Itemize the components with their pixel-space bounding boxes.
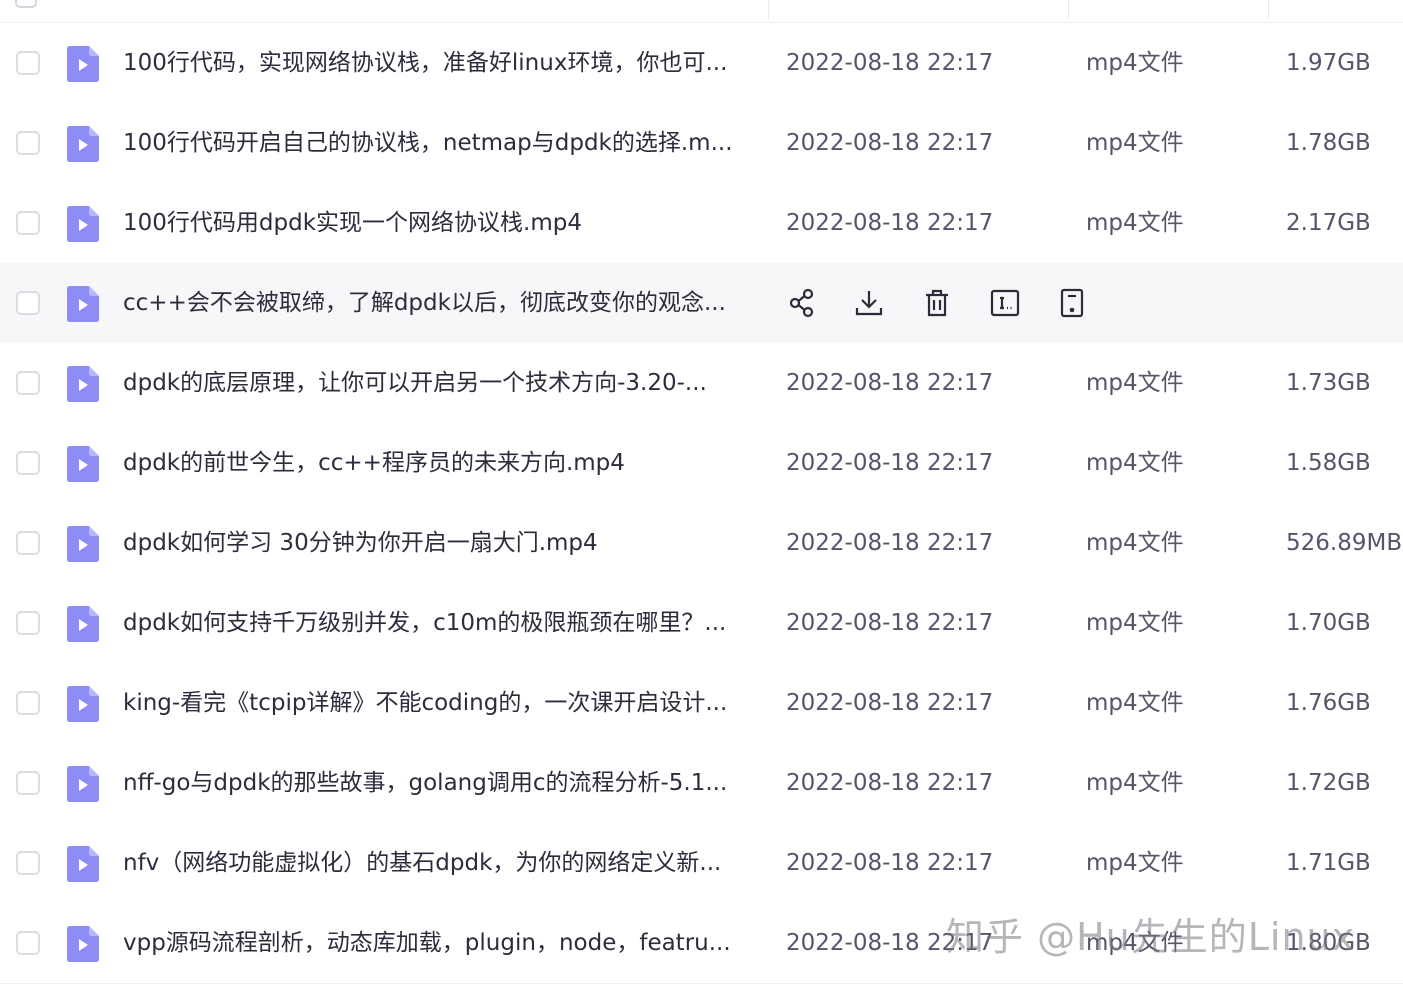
row-checkbox[interactable] xyxy=(16,131,40,155)
file-name[interactable]: 100行代码，实现网络协议栈，准备好linux环境，你也可... xyxy=(123,47,753,79)
file-list-page: 100行代码，实现网络协议栈，准备好linux环境，你也可... 2022-08-… xyxy=(0,0,1403,988)
file-name[interactable]: dpdk如何学习 30分钟为你开启一扇大门.mp4 xyxy=(123,527,753,559)
file-name[interactable]: vpp源码流程剖析，动态库加载，plugin，node，featru... xyxy=(123,927,753,959)
modified-date: 2022-08-18 22:17 xyxy=(786,130,994,156)
file-type: mp4文件 xyxy=(1086,210,1184,236)
select-all-checkbox[interactable] xyxy=(15,0,37,8)
video-file-icon xyxy=(67,366,99,402)
file-size: 1.76GB xyxy=(1286,690,1371,716)
modified-date: 2022-08-18 22:17 xyxy=(786,770,994,796)
row-checkbox[interactable] xyxy=(16,611,40,635)
file-size: 526.89MB xyxy=(1286,530,1403,556)
delete-icon xyxy=(921,285,953,321)
row-checkbox[interactable] xyxy=(16,211,40,235)
row-checkbox[interactable] xyxy=(16,451,40,475)
modified-date: 2022-08-18 22:17 xyxy=(786,850,994,876)
video-file-icon xyxy=(67,846,99,882)
row-checkbox[interactable] xyxy=(16,771,40,795)
file-name[interactable]: 100行代码用dpdk实现一个网络协议栈.mp4 xyxy=(123,207,753,239)
table-row[interactable]: nff-go与dpdk的那些故事，golang调用c的流程分析-5.1... 20… xyxy=(0,743,1403,823)
file-type: mp4文件 xyxy=(1086,50,1184,76)
video-file-icon xyxy=(67,766,99,802)
table-row[interactable]: 100行代码开启自己的协议栈，netmap与dpdk的选择.m... 2022-0… xyxy=(0,103,1403,183)
video-file-icon xyxy=(67,446,99,482)
rename-button[interactable] xyxy=(989,285,1021,321)
file-type: mp4文件 xyxy=(1086,130,1184,156)
file-size: 1.58GB xyxy=(1286,450,1371,476)
more-icon xyxy=(1056,285,1088,321)
modified-date: 2022-08-18 22:17 xyxy=(786,370,994,396)
table-header xyxy=(0,0,1403,23)
file-name[interactable]: dpdk如何支持千万级别并发，c10m的极限瓶颈在哪里？... xyxy=(123,607,753,639)
file-type: mp4文件 xyxy=(1086,450,1184,476)
file-name[interactable]: nfv（网络功能虚拟化）的基石dpdk，为你的网络定义新... xyxy=(123,847,753,879)
file-size: 1.78GB xyxy=(1286,130,1371,156)
video-file-icon xyxy=(67,286,99,322)
file-name[interactable]: cc++会不会被取缔，了解dpdk以后，彻底改变你的观念... xyxy=(123,287,753,319)
file-size: 1.73GB xyxy=(1286,370,1371,396)
file-name[interactable]: king-看完《tcpip详解》不能coding的，一次课开启设计... xyxy=(123,687,753,719)
file-size: 1.70GB xyxy=(1286,610,1371,636)
row-checkbox[interactable] xyxy=(16,691,40,715)
table-row[interactable]: dpdk的前世今生，cc++程序员的未来方向.mp4 2022-08-18 22:… xyxy=(0,423,1403,503)
more-button[interactable] xyxy=(1056,285,1088,321)
video-file-icon xyxy=(67,606,99,642)
row-checkbox[interactable] xyxy=(16,51,40,75)
table-row[interactable]: 100行代码，实现网络协议栈，准备好linux环境，你也可... 2022-08-… xyxy=(0,23,1403,103)
video-file-icon xyxy=(67,526,99,562)
video-file-icon xyxy=(67,686,99,722)
file-type: mp4文件 xyxy=(1086,850,1184,876)
video-file-icon xyxy=(67,126,99,162)
header-divider xyxy=(1068,0,1069,20)
file-type: mp4文件 xyxy=(1086,530,1184,556)
video-file-icon xyxy=(67,206,99,242)
row-checkbox[interactable] xyxy=(16,531,40,555)
file-name[interactable]: dpdk的底层原理，让你可以开启另一个技术方向-3.20-... xyxy=(123,367,753,399)
modified-date: 2022-08-18 22:17 xyxy=(786,530,994,556)
share-icon xyxy=(786,285,818,321)
file-size: 1.97GB xyxy=(1286,50,1371,76)
video-file-icon xyxy=(67,926,99,962)
share-button[interactable] xyxy=(786,285,818,321)
modified-date: 2022-08-18 22:17 xyxy=(786,50,994,76)
modified-date: 2022-08-18 22:17 xyxy=(786,610,994,636)
row-checkbox[interactable] xyxy=(16,851,40,875)
table-row[interactable]: 100行代码用dpdk实现一个网络协议栈.mp4 2022-08-18 22:17… xyxy=(0,183,1403,263)
file-name[interactable]: nff-go与dpdk的那些故事，golang调用c的流程分析-5.1... xyxy=(123,767,753,799)
table-row[interactable]: cc++会不会被取缔，了解dpdk以后，彻底改变你的观念... xyxy=(0,263,1403,343)
row-checkbox[interactable] xyxy=(16,291,40,315)
file-type: mp4文件 xyxy=(1086,770,1184,796)
table-row[interactable]: nfv（网络功能虚拟化）的基石dpdk，为你的网络定义新... 2022-08-1… xyxy=(0,823,1403,903)
file-type: mp4文件 xyxy=(1086,370,1184,396)
header-divider xyxy=(768,0,769,20)
delete-button[interactable] xyxy=(921,285,953,321)
rename-icon xyxy=(989,285,1021,321)
table-row[interactable]: dpdk的底层原理，让你可以开启另一个技术方向-3.20-... 2022-08-… xyxy=(0,343,1403,423)
file-name[interactable]: dpdk的前世今生，cc++程序员的未来方向.mp4 xyxy=(123,447,753,479)
table-row[interactable]: king-看完《tcpip详解》不能coding的，一次课开启设计... 2022… xyxy=(0,663,1403,743)
file-list: 100行代码，实现网络协议栈，准备好linux环境，你也可... 2022-08-… xyxy=(0,23,1403,983)
file-size: 1.71GB xyxy=(1286,850,1371,876)
file-type: mp4文件 xyxy=(1086,690,1184,716)
file-type: mp4文件 xyxy=(1086,610,1184,636)
row-checkbox[interactable] xyxy=(16,931,40,955)
download-button[interactable] xyxy=(853,285,885,321)
row-checkbox[interactable] xyxy=(16,371,40,395)
download-icon xyxy=(853,285,885,321)
modified-date: 2022-08-18 22:17 xyxy=(786,210,994,236)
video-file-icon xyxy=(67,46,99,82)
header-divider xyxy=(1268,0,1269,20)
list-bottom-divider xyxy=(0,983,1403,984)
file-size: 2.17GB xyxy=(1286,210,1371,236)
table-row[interactable]: dpdk如何学习 30分钟为你开启一扇大门.mp4 2022-08-18 22:1… xyxy=(0,503,1403,583)
modified-date: 2022-08-18 22:17 xyxy=(786,690,994,716)
watermark: 知乎 @Hu先生的Linux xyxy=(946,915,1356,959)
table-row[interactable]: dpdk如何支持千万级别并发，c10m的极限瓶颈在哪里？... 2022-08-1… xyxy=(0,583,1403,663)
modified-date: 2022-08-18 22:17 xyxy=(786,450,994,476)
file-name[interactable]: 100行代码开启自己的协议栈，netmap与dpdk的选择.m... xyxy=(123,127,753,159)
file-size: 1.72GB xyxy=(1286,770,1371,796)
